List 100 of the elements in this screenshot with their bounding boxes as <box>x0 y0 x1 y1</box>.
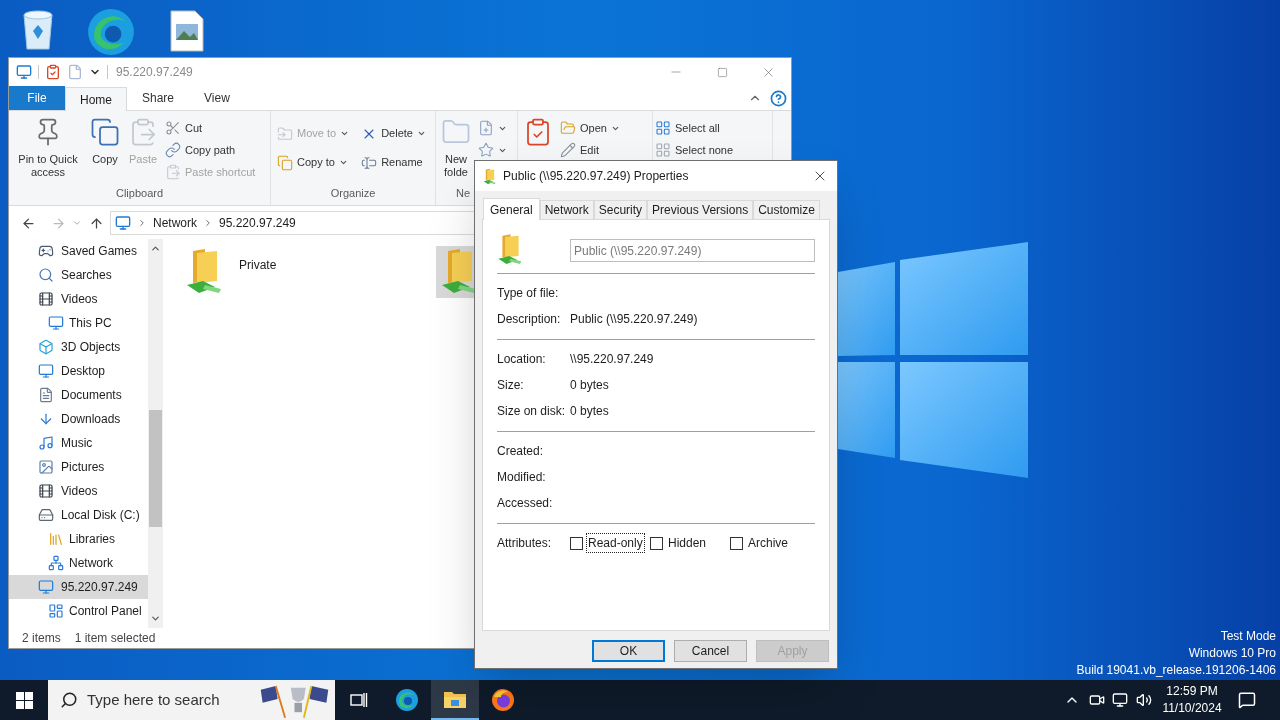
ribbon-button[interactable]: Select all <box>655 117 734 139</box>
path-icon <box>165 142 181 158</box>
shared-folder-icon <box>497 233 524 266</box>
camera-icon[interactable] <box>1089 692 1105 708</box>
ribbon-button[interactable]: Copy to <box>277 148 350 177</box>
ribbon-button[interactable]: Copy <box>87 117 123 166</box>
dialog-tab[interactable]: Network <box>539 200 594 219</box>
windows-logo-icon <box>15 691 33 709</box>
taskbar-button[interactable] <box>431 680 479 720</box>
ribbon-button[interactable]: Pin to Quick access <box>11 117 85 179</box>
nav-item[interactable]: Downloads <box>9 407 148 431</box>
ribbon-button[interactable]: Rename <box>361 148 426 177</box>
download-icon <box>38 411 54 427</box>
dialog-tab[interactable]: Security <box>593 200 648 219</box>
property-label: Location: <box>497 351 547 369</box>
folder-tile[interactable]: Private <box>181 246 436 298</box>
ribbon-tab[interactable]: View <box>189 86 245 110</box>
ribbon-button[interactable]: Select none <box>655 139 734 161</box>
ribbon-button[interactable]: Open <box>560 117 620 139</box>
nav-item[interactable]: Libraries <box>9 527 148 551</box>
search-box[interactable]: Type here to search <box>48 680 335 720</box>
nav-item[interactable]: Music <box>9 431 148 455</box>
search-icon <box>60 691 78 709</box>
star-icon <box>478 142 494 158</box>
scrollbar[interactable] <box>148 239 163 628</box>
volume-icon[interactable] <box>1136 692 1152 708</box>
clipboard-check-icon[interactable] <box>45 64 61 80</box>
dialog-tab[interactable]: Customize <box>753 200 820 219</box>
property-label: Size: <box>497 377 525 395</box>
ribbon-button[interactable]: Delete <box>361 119 426 148</box>
property-label: Type of file: <box>497 285 560 303</box>
caret-icon <box>338 158 348 167</box>
documents-icon <box>277 154 293 171</box>
monitor-icon[interactable] <box>16 64 32 80</box>
task-view-icon <box>350 692 368 708</box>
property-label: Size on disk: <box>497 403 567 421</box>
notification-icon[interactable] <box>1238 691 1256 709</box>
rename-icon <box>361 154 378 171</box>
document-icon <box>38 387 54 403</box>
ribbon-button[interactable]: Copy path <box>165 139 256 161</box>
nav-item[interactable]: Pictures <box>9 455 148 479</box>
dialog-button[interactable]: OK <box>592 640 665 662</box>
status-text: 1 item selected <box>74 630 156 647</box>
clock[interactable]: 12:59 PM 11/10/2024 <box>1158 683 1226 717</box>
film-icon <box>38 483 54 499</box>
dialog-title: Public (\\95.220.97.249) Properties <box>503 168 689 185</box>
gamepad-icon <box>38 243 54 259</box>
dialog-button[interactable]: Cancel <box>674 640 747 662</box>
checkbox[interactable]: Archive <box>730 533 810 554</box>
nav-item[interactable]: 3D Objects <box>9 335 148 359</box>
nav-item[interactable]: Network <box>9 551 148 575</box>
property-value: \\95.220.97.249 <box>570 351 655 369</box>
back-icon[interactable] <box>21 215 36 231</box>
nav-item[interactable]: Local Disk (C:) <box>9 503 148 527</box>
dialog-tab[interactable]: General <box>483 198 540 220</box>
group-label: Ne <box>455 186 472 201</box>
dialog-tab[interactable]: Previous Versions <box>647 200 754 219</box>
help-icon[interactable] <box>770 89 787 107</box>
monitor-icon <box>38 579 54 595</box>
chevron-icon[interactable] <box>203 218 213 228</box>
nav-item[interactable]: Videos <box>9 287 148 311</box>
ribbon-tab[interactable]: Share <box>127 86 190 110</box>
scroll-down-icon[interactable] <box>150 613 161 624</box>
cube-icon <box>38 339 54 355</box>
ribbon-tab[interactable]: Home <box>65 87 127 111</box>
nav-item[interactable]: Saved Games <box>9 239 148 263</box>
nav-item[interactable]: Searches <box>9 263 148 287</box>
ribbon-button[interactable]: New folde <box>438 117 474 179</box>
nav-item[interactable]: 95.220.97.249 <box>9 575 148 599</box>
browser-icon <box>395 688 419 712</box>
folder-arrow-icon <box>277 125 293 142</box>
grid-icon <box>655 142 671 158</box>
nav-item[interactable]: Control Panel <box>9 599 148 623</box>
library-icon <box>48 531 64 547</box>
scrollbar-thumb[interactable] <box>149 410 162 527</box>
image-file-icon[interactable] <box>170 10 204 52</box>
breadcrumb[interactable]: Network <box>153 214 197 232</box>
new-file-icon <box>478 120 494 136</box>
control-panel-icon <box>48 603 64 619</box>
image-icon <box>38 459 54 475</box>
ribbon-tab[interactable]: File <box>9 86 65 110</box>
network-icon[interactable] <box>1112 692 1128 708</box>
status-text: 2 items <box>22 630 61 647</box>
chevron-icon[interactable] <box>137 218 147 228</box>
nav-item[interactable]: Documents <box>9 383 148 407</box>
search-field[interactable]: Type here to search <box>87 688 257 712</box>
watermark-text: Windows 10 Pro <box>1188 645 1276 662</box>
up-icon[interactable] <box>89 215 104 231</box>
caret-icon <box>416 129 426 138</box>
nav-item[interactable]: This PC <box>9 311 148 335</box>
breadcrumb[interactable]: 95.220.97.249 <box>219 214 296 232</box>
ribbon-button[interactable]: Edit <box>560 139 620 161</box>
film-icon <box>38 291 54 307</box>
checkbox[interactable]: Hidden <box>650 533 730 554</box>
nav-item[interactable]: Videos <box>9 479 148 503</box>
property-label: Description: <box>497 311 562 329</box>
ribbon-button[interactable]: Cut <box>165 117 256 139</box>
watermark-text: Build 19041.vb_release.191206-1406 <box>1076 662 1276 679</box>
browser-icon[interactable] <box>86 7 136 57</box>
nav-item[interactable]: Desktop <box>9 359 148 383</box>
